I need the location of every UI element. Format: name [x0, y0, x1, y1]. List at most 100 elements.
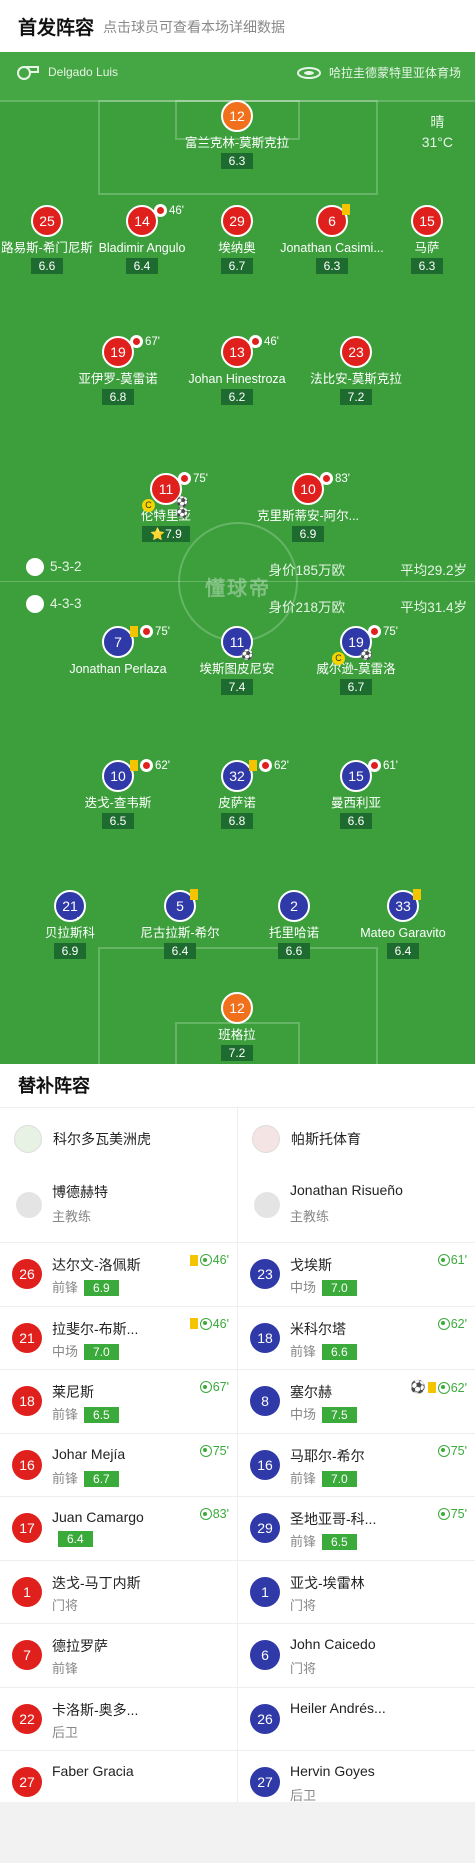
player-name: 威尔逊-莫雷洛	[316, 662, 396, 676]
player-rating-best: ⭐7.9	[142, 526, 190, 542]
player-rating: 7.0	[322, 1470, 357, 1487]
coach-role: 主教练	[52, 1209, 92, 1224]
sub-on-icon	[437, 1317, 450, 1330]
away-team-header[interactable]: 帕斯托体育	[238, 1108, 475, 1170]
substitute-row[interactable]: 26 达尔文-洛佩斯 前锋 6.9 46'	[0, 1242, 237, 1306]
player-position: 前锋 6.6	[290, 1341, 357, 1360]
player-away-def-4[interactable]: 33 Mateo Garavito 6.4	[328, 889, 475, 960]
player-away-mid-3[interactable]: 15 61' 曼西利亚 6.6	[281, 759, 431, 830]
sub-on-icon	[199, 1317, 212, 1330]
substitute-row[interactable]: 1 亚戈-埃雷林 门将	[238, 1559, 475, 1624]
sub-off-icon	[130, 335, 143, 348]
home-average-age: 平均29.2岁	[400, 563, 467, 578]
player-position: 门将	[52, 1595, 78, 1614]
player-rating: 6.7	[220, 258, 254, 274]
away-formation: 4-3-3	[50, 596, 82, 611]
substitute-row[interactable]: 17 Juan Camargo 6.4 83'	[0, 1496, 237, 1560]
sub-time: 67'	[212, 1380, 229, 1394]
substitute-row[interactable]: 23 戈埃斯 中场 7.0 61'	[238, 1242, 475, 1306]
player-name: Mateo Garavito	[360, 926, 446, 940]
home-substitutes: 科尔多瓦美洲虎 博德赫特 主教练 26 达尔文-洛佩斯 前锋 6.9 46' 21 拉斐尔-…	[0, 1108, 237, 1814]
away-substitutes: 帕斯托体育 Jonathan Risueño 主教练 23 戈埃斯 中场 7.0 61'…	[238, 1108, 475, 1814]
goal-icon: ⚽	[410, 1380, 426, 1394]
player-name: 迭戈-马丁内斯	[52, 1574, 141, 1591]
away-team-name: 帕斯托体育	[291, 1131, 361, 1147]
player-rating: 6.4	[58, 1531, 93, 1547]
player-position: 中场 7.0	[52, 1341, 119, 1360]
weather-temp: 31°C	[421, 134, 453, 150]
substitute-row[interactable]: 1 迭戈-马丁内斯 门将	[0, 1559, 237, 1624]
substitute-row[interactable]: 8 塞尔赫 中场 7.5 ⚽ 62'	[238, 1369, 475, 1433]
player-number: 16	[250, 1449, 280, 1480]
sub-off-icon	[140, 625, 153, 638]
player-rating: 6.4	[163, 943, 197, 959]
sub-event: 61'	[437, 1253, 467, 1267]
player-name: Heiler Andrés...	[290, 1699, 386, 1716]
player-home-mid-3[interactable]: 23 法比安-莫斯克拉 7.2	[281, 336, 431, 406]
away-average-age: 平均31.4岁	[400, 600, 467, 615]
substitute-row[interactable]: 21 拉斐尔-布斯... 中场 7.0 46'	[0, 1305, 237, 1370]
player-rating: 6.3	[410, 258, 444, 274]
substitute-row[interactable]: 22 卡洛斯-奥多... 后卫	[0, 1686, 237, 1751]
substitute-row[interactable]: 16 马耶尔-希尔 前锋 7.0 75'	[238, 1432, 475, 1497]
substitute-row[interactable]: 18 莱尼斯 前锋 6.5 67'	[0, 1369, 237, 1433]
substitute-row[interactable]: 6 John Caicedo 门将	[238, 1623, 475, 1687]
substitute-row[interactable]: 16 Johar Mejía 前锋 6.7 75'	[0, 1432, 237, 1497]
sub-off-icon	[178, 472, 191, 485]
sub-event: 75'	[368, 625, 398, 638]
player-rating: 7.0	[84, 1343, 119, 1360]
sub-time: 75'	[193, 472, 208, 485]
player-rating: 6.4	[125, 258, 159, 274]
player-home-fwd-2[interactable]: 10 83' 克里斯蒂安-阿尔... 6.9	[233, 472, 383, 543]
home-coach[interactable]: 博德赫特 主教练	[0, 1170, 237, 1242]
stadium-icon	[296, 66, 321, 79]
player-position: 中场 7.5	[290, 1404, 357, 1423]
sub-off-icon	[368, 625, 381, 638]
sub-time: 83'	[212, 1507, 229, 1521]
player-number: 6	[250, 1640, 280, 1670]
player-rating: 6.3	[220, 153, 254, 169]
home-formation: 5-3-2	[50, 559, 82, 574]
card-event	[413, 889, 423, 900]
yellow-card-icon	[130, 760, 138, 771]
sub-event: 67'	[199, 1380, 229, 1394]
captain-badge: C	[332, 652, 345, 665]
player-away-fwd-3[interactable]: 19 75' C ⚽ 威尔逊-莫雷洛 6.7	[281, 625, 431, 696]
player-number: 11 ⚽	[221, 626, 253, 661]
player-number: 26	[12, 1259, 42, 1289]
substitute-row[interactable]: 26 Heiler Andrés...	[238, 1686, 475, 1751]
player-rating: 6.9	[53, 943, 87, 959]
substitutes-title: 替补阵容	[0, 1064, 475, 1108]
away-coach[interactable]: Jonathan Risueño 主教练	[238, 1170, 475, 1242]
substitute-row[interactable]: 7 德拉罗萨 前锋	[0, 1623, 237, 1687]
player-rating: 6.6	[339, 813, 373, 829]
player-rating: 7.2	[220, 1045, 254, 1061]
bottom-spacer	[0, 1802, 475, 1863]
player-rating: 6.6	[30, 258, 64, 274]
player-home-gk[interactable]: 12 富兰克林-莫斯克拉 6.3	[162, 100, 312, 170]
player-name: Juan Camargo	[52, 1509, 144, 1525]
player-name: 伦特里亚	[140, 509, 191, 523]
sub-event: 83'	[320, 472, 350, 485]
coach-role: 主教练	[290, 1209, 330, 1224]
player-number: 26	[250, 1703, 280, 1734]
sub-event: 75'	[178, 472, 208, 485]
substitute-row[interactable]: 18 米科尔塔 前锋 6.6 62'	[238, 1305, 475, 1370]
player-number: 29	[250, 1513, 280, 1543]
substitute-row[interactable]: 29 圣地亚哥-科... 前锋 6.5 75'	[238, 1496, 475, 1560]
player-number: 2	[278, 890, 310, 922]
sub-on-icon	[199, 1444, 212, 1457]
away-market-value: 身价218万欧	[268, 600, 345, 615]
player-number: 7 75'	[102, 625, 170, 658]
player-rating: 6.8	[101, 389, 135, 405]
home-team-header[interactable]: 科尔多瓦美洲虎	[0, 1108, 237, 1170]
player-home-def-5[interactable]: 15 马萨 6.3	[352, 205, 475, 275]
position-text: 中场	[52, 1343, 79, 1359]
player-away-gk[interactable]: 12 班格拉 7.2	[162, 992, 312, 1062]
rating-value: 7.9	[165, 527, 182, 541]
player-name: John Caicedo	[290, 1636, 376, 1652]
sub-time: 46'	[212, 1253, 229, 1267]
player-home-fwd-1[interactable]: 11 75' C ⚽⚽ 伦特里亚 ⭐7.9	[91, 472, 241, 543]
player-rating: 7.0	[322, 1280, 357, 1296]
sub-event: 75'	[437, 1444, 467, 1458]
